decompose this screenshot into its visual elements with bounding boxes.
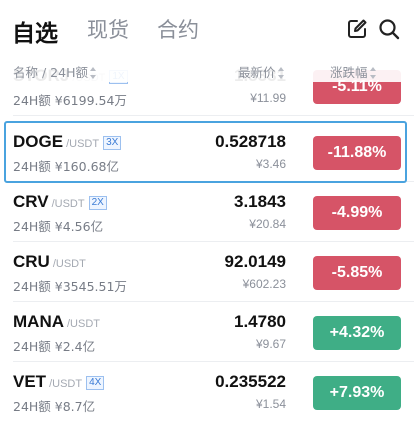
edit-icon[interactable] — [346, 18, 370, 42]
volume-24h: 24H额 ¥6199.54万 — [13, 93, 127, 108]
quote-currency: /USDT — [66, 138, 100, 150]
market-row[interactable]: CRU/USDT 24H额 ¥3545.51万 92.0149 ¥602.23 … — [0, 244, 414, 302]
change-badge[interactable]: -5.85% — [313, 256, 401, 290]
market-row[interactable]: DOGE/USDT 3X 24H额 ¥160.68亿 0.528718 ¥3.46… — [0, 124, 414, 182]
symbol-name: MANA/USDT — [13, 312, 100, 331]
last-price: 92.0149 — [224, 252, 286, 271]
tab-favorites[interactable]: 自选 — [12, 14, 58, 48]
sort-change[interactable]: 涨跌幅 — [330, 62, 377, 81]
volume-24h: 24H额 ¥2.4亿 — [13, 339, 96, 354]
sort-icon — [90, 66, 97, 79]
change-badge[interactable]: -11.88% — [313, 136, 401, 170]
market-row[interactable]: CRV/USDT 2X 24H额 ¥4.56亿 3.1843 ¥20.84 -4.… — [0, 184, 414, 242]
search-icon[interactable] — [378, 18, 402, 42]
last-price: 0.235522 — [215, 372, 286, 391]
cny-price: ¥1.54 — [255, 397, 286, 411]
row-divider — [13, 361, 414, 362]
column-header: 名称 / 24H额 最新价 涨跌幅 — [0, 60, 414, 82]
row-divider — [13, 181, 414, 182]
change-badge[interactable]: +4.32% — [313, 316, 401, 350]
symbol-name: CRV/USDT 2X — [13, 192, 107, 212]
row-divider — [13, 301, 414, 302]
leverage-badge: 3X — [103, 136, 122, 150]
volume-24h: 24H额 ¥160.68亿 — [13, 159, 119, 174]
volume-24h: 24H额 ¥8.7亿 — [13, 399, 96, 414]
last-price: 1.4780 — [234, 312, 286, 331]
sort-name-volume[interactable]: 名称 / 24H额 — [13, 62, 97, 81]
leverage-badge: 4X — [86, 376, 105, 390]
symbol-name: CRU/USDT — [13, 252, 86, 271]
row-divider — [13, 115, 414, 116]
sort-icon — [369, 66, 377, 79]
quote-currency: /USDT — [67, 318, 100, 330]
last-price: 3.1843 — [234, 192, 286, 211]
cny-price: ¥3.46 — [255, 157, 286, 171]
change-badge[interactable]: -4.99% — [313, 196, 401, 230]
volume-24h: 24H额 ¥4.56亿 — [13, 219, 104, 234]
market-row[interactable]: MANA/USDT 24H额 ¥2.4亿 1.4780 ¥9.67 +4.32% — [0, 304, 414, 362]
tab-spot[interactable]: 现货 — [87, 14, 129, 44]
cny-price: ¥602.23 — [242, 277, 286, 291]
sort-icon — [277, 66, 285, 79]
last-price: 0.528718 — [215, 132, 286, 151]
sort-price[interactable]: 最新价 — [238, 62, 285, 81]
cny-price: ¥11.99 — [250, 91, 286, 105]
quote-currency: /USDT — [51, 198, 85, 210]
symbol-name: DOGE/USDT 3X — [13, 132, 122, 152]
top-bar: 自选 现货 合约 — [0, 0, 414, 58]
symbol-name: VET/USDT 4X — [13, 372, 105, 392]
tab-futures[interactable]: 合约 — [157, 14, 199, 44]
quote-currency: /USDT — [52, 258, 86, 270]
cny-price: ¥20.84 — [249, 217, 286, 231]
change-badge[interactable]: +7.93% — [313, 376, 401, 410]
quote-currency: /USDT — [49, 378, 83, 390]
market-row[interactable]: VET/USDT 4X 24H额 ¥8.7亿 0.235522 ¥1.54 +7.… — [0, 364, 414, 422]
leverage-badge: 2X — [88, 196, 107, 210]
cny-price: ¥9.67 — [255, 337, 286, 351]
volume-24h: 24H额 ¥3545.51万 — [13, 279, 127, 294]
row-divider — [13, 241, 414, 242]
